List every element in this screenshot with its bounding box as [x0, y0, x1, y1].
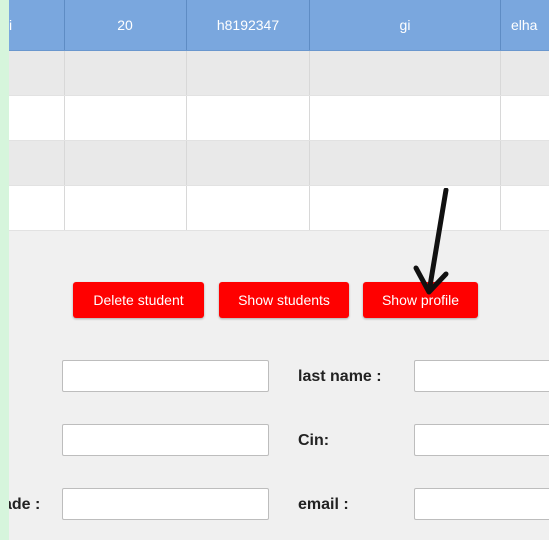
table-cell[interactable] — [501, 96, 549, 140]
table-cell[interactable]: h8192347 — [187, 0, 310, 50]
last-name-label: last name : — [298, 368, 382, 385]
down-arrow-icon — [413, 188, 449, 295]
email-field[interactable] — [414, 488, 549, 520]
table-cell[interactable]: i — [9, 0, 65, 50]
table-cell[interactable]: gi — [310, 0, 501, 50]
last-name-field[interactable] — [414, 360, 549, 392]
table-cell[interactable] — [310, 96, 501, 140]
table-cell[interactable] — [187, 186, 310, 230]
delete-student-button[interactable]: Delete student — [73, 282, 204, 318]
table-row[interactable] — [9, 186, 549, 231]
table-cell[interactable]: elha — [501, 0, 549, 50]
student-management-window: i 20 h8192347 gi elha Delete student Sho… — [9, 0, 549, 540]
cin-field[interactable] — [414, 424, 549, 456]
grade-field[interactable] — [62, 488, 269, 520]
table-cell[interactable] — [9, 141, 65, 185]
email-label: email : — [298, 496, 349, 513]
table-cell[interactable] — [64, 96, 187, 140]
table-cell[interactable] — [501, 51, 549, 95]
table-cell[interactable] — [310, 51, 501, 95]
table-cell[interactable] — [64, 186, 187, 230]
table-cell[interactable] — [9, 96, 65, 140]
table-cell[interactable] — [501, 186, 549, 230]
age-field[interactable] — [62, 424, 269, 456]
table-cell[interactable] — [187, 51, 310, 95]
table-row[interactable] — [9, 141, 549, 186]
table-row[interactable] — [9, 96, 549, 141]
table-row[interactable] — [9, 51, 549, 96]
table-cell[interactable] — [501, 141, 549, 185]
table-row[interactable]: i 20 h8192347 gi elha — [9, 0, 549, 51]
table-cell[interactable] — [64, 141, 187, 185]
table-cell[interactable] — [310, 141, 501, 185]
students-table: i 20 h8192347 gi elha — [9, 0, 549, 231]
grade-label: ade : — [9, 496, 41, 513]
first-name-field[interactable] — [62, 360, 269, 392]
table-cell[interactable] — [9, 51, 65, 95]
table-cell[interactable] — [187, 96, 310, 140]
table-cell[interactable] — [9, 186, 65, 230]
cin-label: Cin: — [298, 432, 330, 449]
show-students-button[interactable]: Show students — [219, 282, 349, 318]
table-cell[interactable] — [64, 51, 187, 95]
table-cell[interactable]: 20 — [64, 0, 187, 50]
table-cell[interactable] — [187, 141, 310, 185]
